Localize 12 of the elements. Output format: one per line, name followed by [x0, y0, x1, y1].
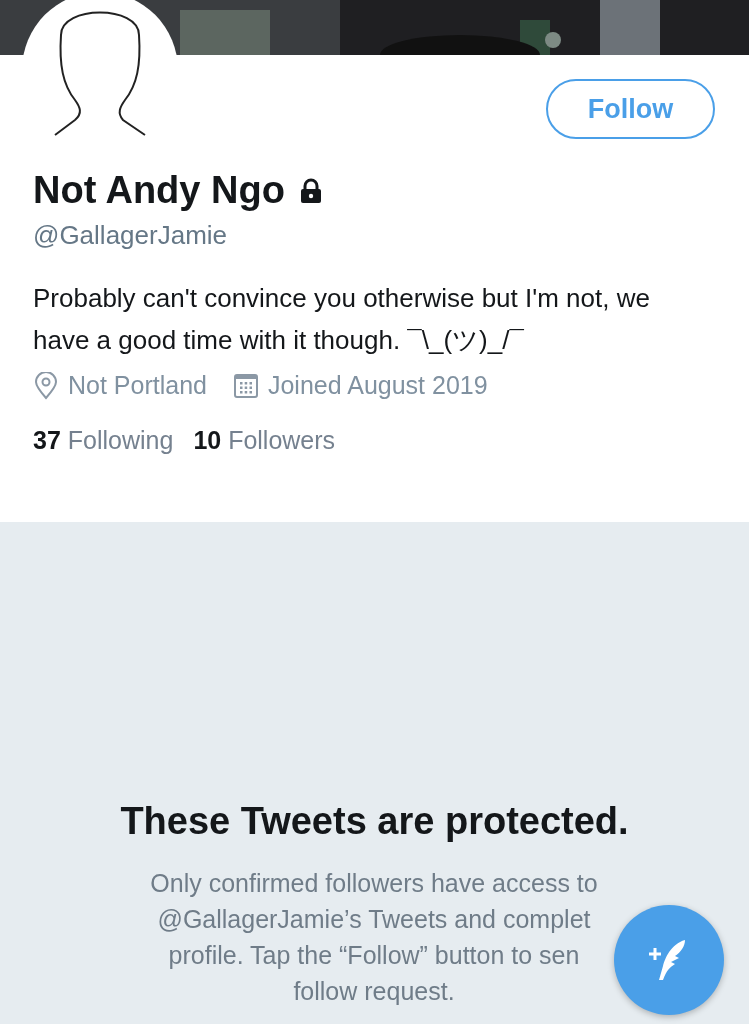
- joined-date: Joined August 2019: [267, 371, 488, 400]
- profile-bio: Probably can't convince you otherwise but I'm not, we have a good time with it though. ¯\_(ツ)_/¯: [32, 282, 651, 357]
- location-text: Not Portland: [68, 371, 207, 400]
- stat-link[interactable]: 10 Followers: [193, 426, 336, 455]
- protected-message: Only confirmed followers have access to @GallagerJamie’s Tweets and complet profile. Tap the “Follow” button to sen follow request.: [149, 868, 599, 1007]
- compose-button[interactable]: [614, 905, 724, 1015]
- stat-link[interactable]: 37 Following: [33, 426, 174, 455]
- location-pin-icon: [33, 371, 59, 400]
- calendar-icon: [232, 372, 259, 399]
- profile-name: Not Andy Ngo: [33, 169, 285, 212]
- protected-title: These Tweets are protected.: [119, 799, 630, 843]
- profile-handle: @GallagerJamie: [32, 219, 229, 251]
